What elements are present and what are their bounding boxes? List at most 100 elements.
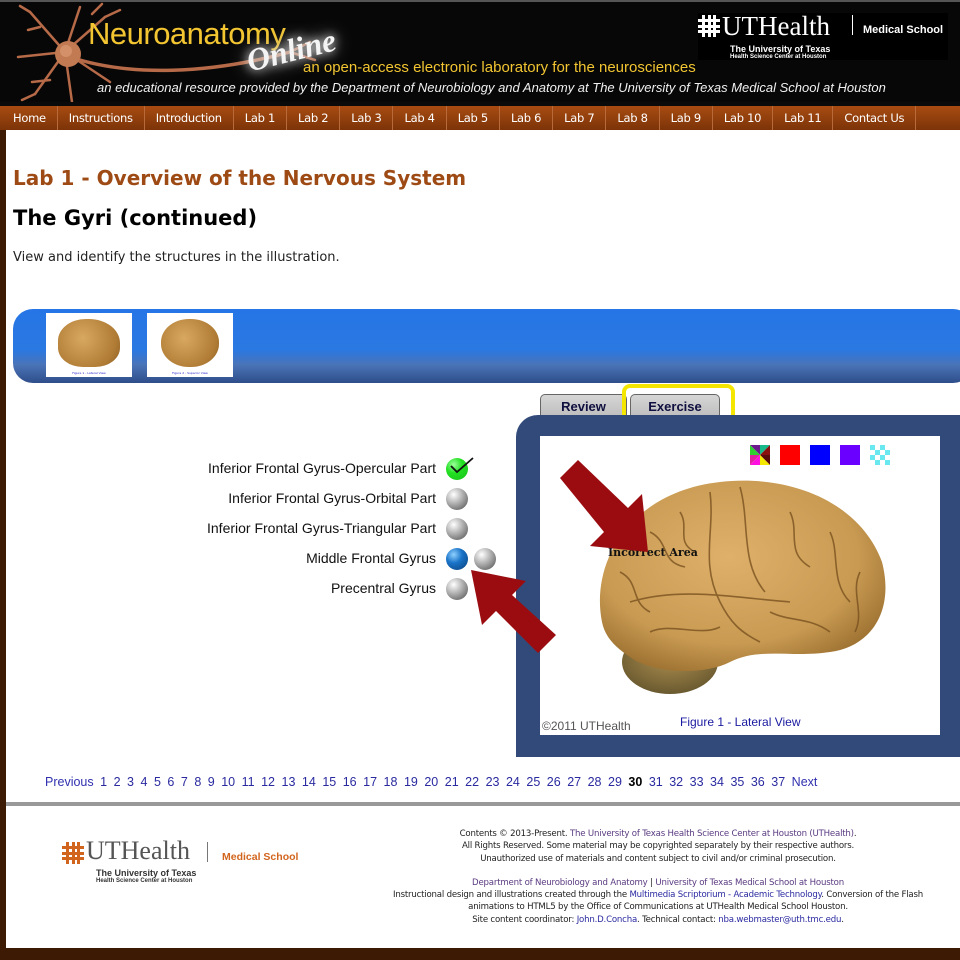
pagination-previous[interactable]: Previous xyxy=(45,775,94,789)
footer-scriptorium-link[interactable]: Multimedia Scriptorium - Academic Techno… xyxy=(629,890,821,900)
brain-thumbnail-icon xyxy=(161,319,219,367)
pagination-page-link[interactable]: 25 xyxy=(526,775,540,789)
footer-text: Contents © 2013-Present. The University … xyxy=(378,828,938,926)
structure-label: Middle Frontal Gyrus xyxy=(306,550,436,566)
multicolor-swatch-icon[interactable] xyxy=(750,445,770,465)
figure-copyright: ©2011 UTHealth xyxy=(542,719,631,733)
pagination-page-link[interactable]: 20 xyxy=(424,775,438,789)
pagination-page-link[interactable]: 26 xyxy=(547,775,561,789)
logo-university: The University of Texas xyxy=(96,868,197,878)
footer-institution-link[interactable]: The University of Texas Health Science C… xyxy=(570,829,854,839)
nav-lab-6[interactable]: Lab 6 xyxy=(500,106,554,130)
pagination-page-link[interactable]: 3 xyxy=(127,775,134,789)
pagination-page-link[interactable]: 22 xyxy=(465,775,479,789)
thumbnail-caption: Figure 2 - Superior View xyxy=(172,371,208,375)
pagination-page-link[interactable]: 35 xyxy=(730,775,744,789)
nav-lab-9[interactable]: Lab 9 xyxy=(660,106,713,130)
structure-label: Precentral Gyrus xyxy=(330,580,436,596)
thumbnail-lateral-view[interactable]: Figure 1 - Lateral View xyxy=(46,313,132,377)
violet-swatch-icon[interactable] xyxy=(840,445,860,465)
nav-lab-4[interactable]: Lab 4 xyxy=(393,106,447,130)
pagination-page-link[interactable]: 18 xyxy=(384,775,398,789)
pagination-page-link[interactable]: 24 xyxy=(506,775,520,789)
footer-rights: All Rights Reserved. Some material may b… xyxy=(461,841,855,852)
uthealth-logo[interactable]: UTHealth Medical School The University o… xyxy=(698,11,948,60)
pagination-page-link[interactable]: 28 xyxy=(588,775,602,789)
arrow-annotation-icon xyxy=(560,460,648,552)
nav-lab-1[interactable]: Lab 1 xyxy=(234,106,287,130)
pagination-page-link[interactable]: 15 xyxy=(322,775,336,789)
uthealth-wordmark: UTHealth xyxy=(86,836,190,865)
figure-caption[interactable]: Figure 1 - Lateral View xyxy=(680,715,801,729)
pagination-page-link[interactable]: 13 xyxy=(282,775,296,789)
pagination-page-link[interactable]: 6 xyxy=(167,775,174,789)
nav-introduction[interactable]: Introduction xyxy=(145,106,234,130)
pagination-page-link[interactable]: 8 xyxy=(194,775,201,789)
cyan-checker-swatch-icon[interactable] xyxy=(870,445,890,465)
footer-period: . xyxy=(853,829,857,839)
logo-medical-school: Medical School xyxy=(222,851,299,863)
pagination-page-link[interactable]: 31 xyxy=(649,775,663,789)
site-subtitle: an educational resource provided by the … xyxy=(97,80,886,95)
footer-design-prefix: Instructional design and illustrations c… xyxy=(393,890,627,901)
pagination-page-link[interactable]: 10 xyxy=(221,775,235,789)
pagination-page-link[interactable]: 7 xyxy=(181,775,188,789)
pagination-page-link[interactable]: 14 xyxy=(302,775,316,789)
footer-divider xyxy=(6,802,960,806)
thumbnail-caption: Figure 1 - Lateral View xyxy=(72,371,106,375)
nav-home[interactable]: Home xyxy=(0,106,58,130)
pagination-page-link[interactable]: 29 xyxy=(608,775,622,789)
pagination-page-link[interactable]: 19 xyxy=(404,775,418,789)
nav-instructions[interactable]: Instructions xyxy=(58,106,145,130)
pagination-page-link[interactable]: 4 xyxy=(141,775,148,789)
answer-ball-correct[interactable] xyxy=(446,457,474,480)
pagination-page-link[interactable]: 1 xyxy=(100,775,107,789)
blue-swatch-icon[interactable] xyxy=(810,445,830,465)
pagination-page-link[interactable]: 21 xyxy=(445,775,459,789)
nav-lab-8[interactable]: Lab 8 xyxy=(606,106,660,130)
pagination-page-link[interactable]: 16 xyxy=(343,775,357,789)
answer-ball-selected[interactable] xyxy=(446,548,468,570)
pagination-page-link[interactable]: 36 xyxy=(751,775,765,789)
pagination-page-link[interactable]: 11 xyxy=(242,775,255,789)
pagination-page-link[interactable]: 23 xyxy=(486,775,500,789)
lab-title: Lab 1 - Overview of the Nervous System xyxy=(13,166,467,190)
nav-lab-2[interactable]: Lab 2 xyxy=(287,106,341,130)
pagination-page-link[interactable]: 34 xyxy=(710,775,724,789)
pagination-page-link[interactable]: 33 xyxy=(690,775,704,789)
nav-contact-us[interactable]: Contact Us xyxy=(833,106,917,130)
nav-lab-11[interactable]: Lab 11 xyxy=(773,106,834,130)
red-swatch-icon[interactable] xyxy=(780,445,800,465)
site-header: Neuroanatomy Online an open-access elect… xyxy=(0,0,960,102)
thumbnail-superior-view[interactable]: Figure 2 - Superior View xyxy=(147,313,233,377)
footer-uthealth-logo[interactable]: UTHealth Medical School The University o… xyxy=(62,836,312,890)
checkmark-icon xyxy=(450,457,474,474)
pagination-page-link[interactable]: 37 xyxy=(771,775,785,789)
pagination-page-link[interactable]: 32 xyxy=(669,775,683,789)
answer-ball[interactable] xyxy=(446,488,468,510)
answer-ball[interactable] xyxy=(446,578,468,600)
footer-end: . xyxy=(841,914,844,925)
structure-label: Inferior Frontal Gyrus-Triangular Part xyxy=(207,520,436,536)
footer-dept-link[interactable]: Department of Neurobiology and Anatomy xyxy=(472,878,648,888)
footer-coordinator-link[interactable]: John.D.Concha xyxy=(577,915,638,925)
pagination-next[interactable]: Next xyxy=(792,775,818,789)
structure-label: Inferior Frontal Gyrus-Orbital Part xyxy=(228,490,436,506)
pagination-page-link[interactable]: 27 xyxy=(567,775,581,789)
footer-school-link[interactable]: University of Texas Medical School at Ho… xyxy=(655,878,844,888)
pagination-page-link[interactable]: 5 xyxy=(154,775,161,789)
nav-lab-3[interactable]: Lab 3 xyxy=(340,106,394,130)
arrow-annotation-icon xyxy=(471,570,556,653)
pagination-page-link[interactable]: 9 xyxy=(208,775,215,789)
footer-technical-link[interactable]: nba.webmaster@uth.tmc.edu xyxy=(718,915,841,925)
pagination-page-link[interactable]: 2 xyxy=(114,775,121,789)
thumbnail-bar: Figure 1 - Lateral View Figure 2 - Super… xyxy=(13,309,960,383)
instructions-text: View and identify the structures in the … xyxy=(13,250,340,265)
main-content: Lab 1 - Overview of the Nervous System T… xyxy=(6,130,960,948)
pagination-page-link[interactable]: 12 xyxy=(261,775,275,789)
pagination-page-link[interactable]: 17 xyxy=(363,775,377,789)
nav-lab-5[interactable]: Lab 5 xyxy=(447,106,500,130)
nav-lab-7[interactable]: Lab 7 xyxy=(553,106,607,130)
nav-lab-10[interactable]: Lab 10 xyxy=(713,106,774,130)
answer-ball[interactable] xyxy=(446,518,468,540)
